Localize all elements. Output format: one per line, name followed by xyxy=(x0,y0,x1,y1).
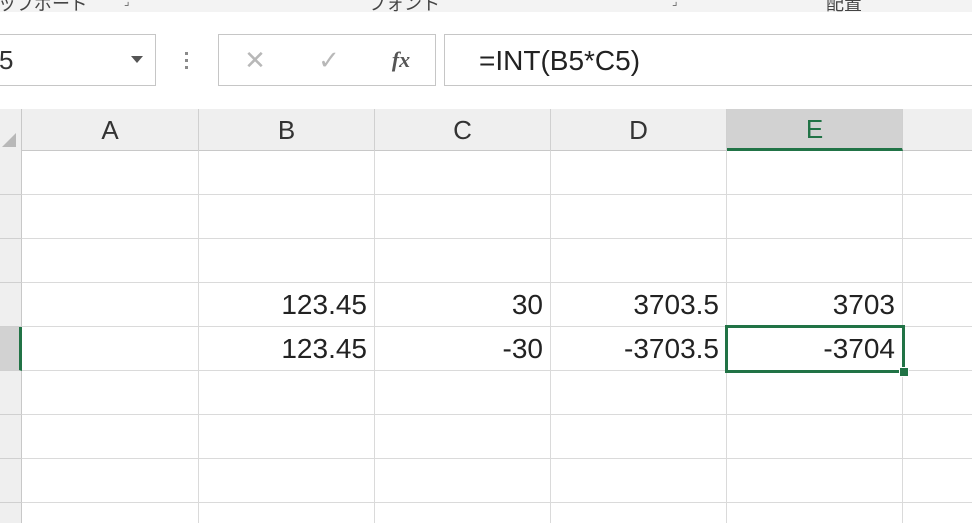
formula-input[interactable]: =INT(B5*C5) xyxy=(444,34,972,86)
column-header-f[interactable] xyxy=(903,109,972,151)
insert-function-icon[interactable]: fx xyxy=(383,43,419,77)
cell-d4[interactable]: 3703.5 xyxy=(551,283,727,327)
select-all-icon xyxy=(2,133,16,147)
name-box[interactable]: 5 xyxy=(0,34,156,86)
cell-e4[interactable]: 3703 xyxy=(727,283,903,327)
select-all-button[interactable] xyxy=(0,109,22,151)
column-header-b[interactable]: B xyxy=(199,109,375,151)
row-headers xyxy=(0,151,22,523)
cell-c4[interactable]: 30 xyxy=(375,283,551,327)
enter-icon[interactable]: ✓ xyxy=(311,43,347,77)
column-header-a[interactable]: A xyxy=(22,109,199,151)
name-box-value: 5 xyxy=(0,45,14,75)
row-header-4[interactable] xyxy=(0,283,22,327)
fill-handle[interactable] xyxy=(899,367,909,377)
excel-window: ップボード ⌟ フォント ⌟ 配置 5 ✕ ✓ fx =INT(B5*C5) A… xyxy=(0,0,972,523)
row-header-6[interactable] xyxy=(0,371,22,415)
clipboard-launcher-icon[interactable]: ⌟ xyxy=(124,0,130,8)
cell-b4[interactable]: 123.45 xyxy=(199,283,375,327)
formula-bar: 5 ✕ ✓ fx =INT(B5*C5) xyxy=(0,12,972,109)
gridline xyxy=(22,414,972,415)
column-header-d[interactable]: D xyxy=(551,109,727,151)
gridline xyxy=(22,502,972,503)
row-header-2[interactable] xyxy=(0,195,22,239)
font-launcher-icon[interactable]: ⌟ xyxy=(672,0,678,8)
gridline xyxy=(22,458,972,459)
row-header-7[interactable] xyxy=(0,415,22,459)
row-header-5[interactable] xyxy=(0,327,22,371)
row-header-9[interactable] xyxy=(0,503,22,523)
active-cell-border xyxy=(725,325,905,373)
column-header-c[interactable]: C xyxy=(375,109,551,151)
formula-buttons: ✕ ✓ fx xyxy=(218,34,436,86)
formula-text: =INT(B5*C5) xyxy=(479,45,641,76)
column-headers: A B C D E xyxy=(0,109,972,151)
chevron-down-icon[interactable] xyxy=(131,56,143,63)
gridline xyxy=(22,238,972,239)
grip-icon[interactable] xyxy=(185,52,188,72)
row-header-8[interactable] xyxy=(0,459,22,503)
cell-d5[interactable]: -3703.5 xyxy=(551,327,727,371)
row-header-1[interactable] xyxy=(0,151,22,195)
cell-grid[interactable]: 123.45 30 3703.5 3703 123.45 -30 -3703.5… xyxy=(22,151,972,523)
row-header-3[interactable] xyxy=(0,239,22,283)
gridline xyxy=(22,194,972,195)
cell-b5[interactable]: 123.45 xyxy=(199,327,375,371)
cancel-icon[interactable]: ✕ xyxy=(237,43,273,77)
cell-c5[interactable]: -30 xyxy=(375,327,551,371)
column-header-e[interactable]: E xyxy=(727,109,903,151)
